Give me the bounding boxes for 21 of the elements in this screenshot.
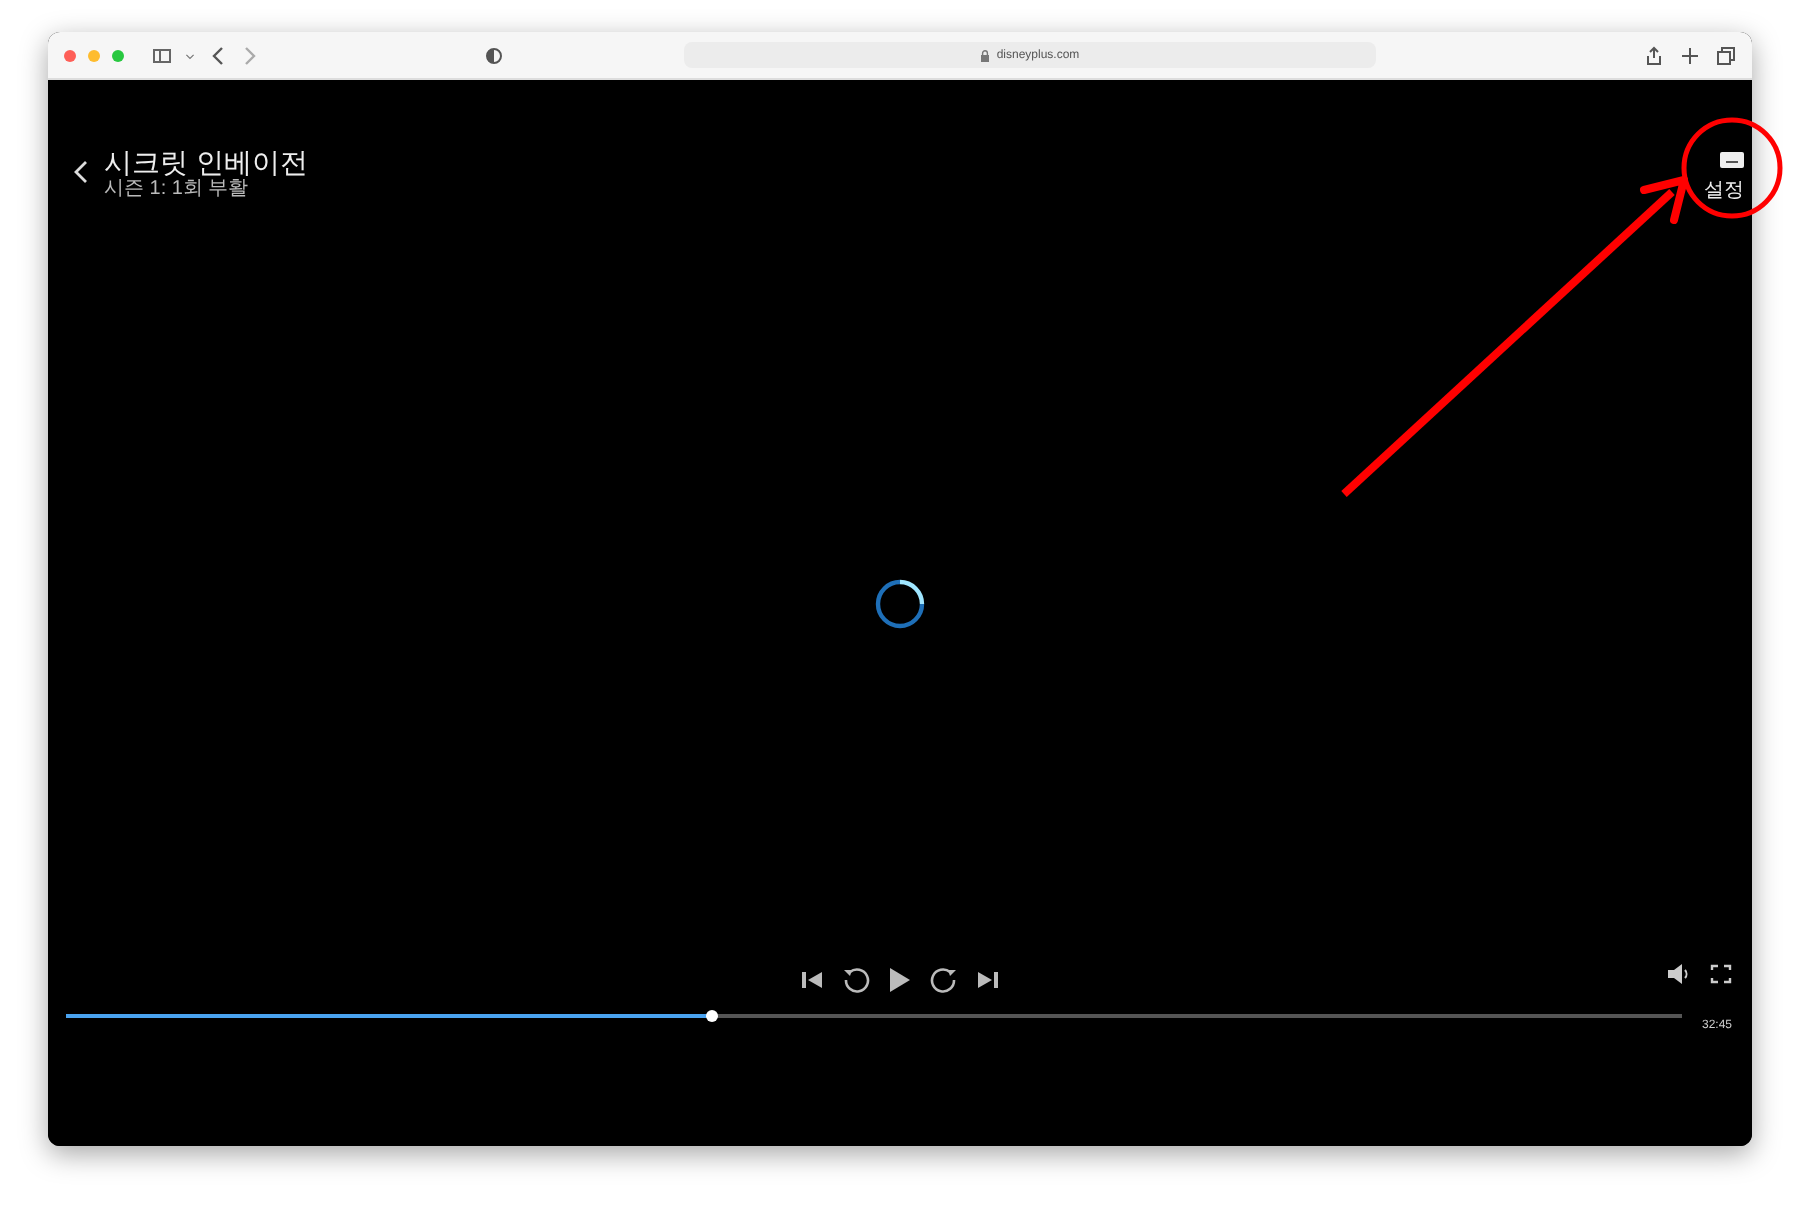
- back-icon[interactable]: [208, 45, 228, 65]
- episode-subtitle: 시즌 1: 1회 부활: [104, 178, 251, 200]
- tabs-icon[interactable]: [1716, 45, 1736, 65]
- fullscreen-icon[interactable]: [1710, 964, 1732, 984]
- skip-previous-icon[interactable]: [800, 968, 824, 992]
- settings-label[interactable]: 설정: [1704, 180, 1744, 202]
- skip-next-icon[interactable]: [976, 968, 1000, 992]
- back-icon[interactable]: [72, 158, 92, 186]
- sidebar-icon[interactable]: [152, 45, 172, 65]
- shield-icon[interactable]: [484, 45, 504, 65]
- play-icon[interactable]: [888, 966, 912, 994]
- close-icon[interactable]: [64, 49, 76, 61]
- subtitles-icon[interactable]: [1720, 152, 1744, 168]
- plus-icon[interactable]: [1680, 45, 1700, 65]
- volume-icon[interactable]: [1666, 964, 1690, 984]
- rewind-icon[interactable]: [842, 966, 870, 994]
- share-icon[interactable]: [1644, 45, 1664, 65]
- progress-thumb[interactable]: [706, 1010, 719, 1022]
- show-title: 시크릿 인베이전: [104, 146, 308, 178]
- lock-icon: [980, 49, 991, 61]
- fast-forward-icon[interactable]: [930, 966, 958, 994]
